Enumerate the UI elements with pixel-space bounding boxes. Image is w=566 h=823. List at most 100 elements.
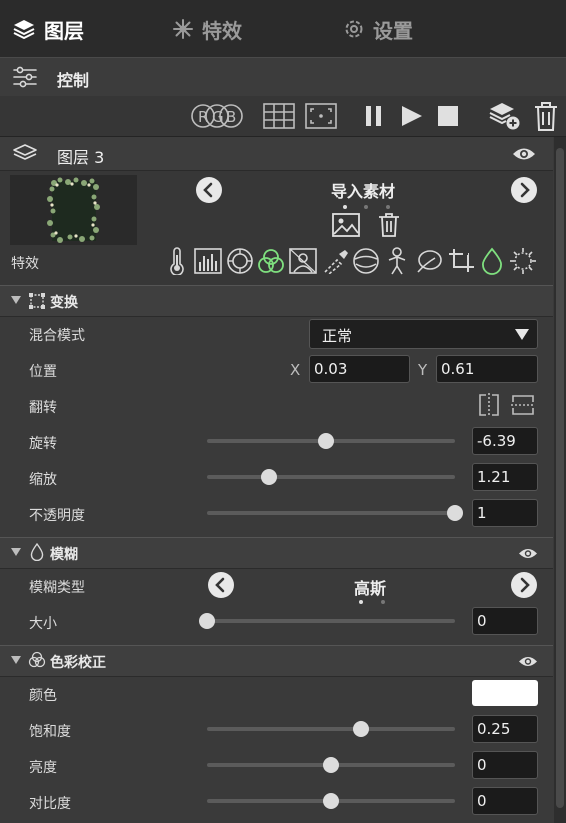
layers-icon [12, 18, 36, 40]
y-axis-label: Y [418, 361, 428, 379]
add-layer-icon[interactable] [488, 101, 522, 131]
blend-mode-value: 正常 [322, 327, 353, 345]
color-channels-icon[interactable] [257, 248, 285, 274]
saturation-label: 饱和度 [29, 724, 71, 740]
scale-slider-thumb[interactable] [261, 469, 277, 485]
transform-title: 变换 [50, 295, 78, 311]
rotate-slider-thumb[interactable] [318, 433, 335, 449]
tab-effects[interactable]: 特效 [172, 14, 242, 44]
page-dot [381, 600, 385, 604]
playback-toolbar: R G B [0, 96, 566, 137]
saturation-input[interactable]: 0.25 [472, 715, 538, 743]
flip-vertical-icon[interactable] [511, 393, 535, 417]
svg-text:R: R [198, 108, 208, 126]
blur-type-next-button[interactable] [511, 572, 537, 598]
contrast-slider[interactable] [207, 793, 455, 809]
rotate-input[interactable]: -6.39 [472, 427, 538, 455]
temperature-icon[interactable] [168, 247, 186, 275]
image-icon[interactable] [332, 213, 360, 237]
color-section-header[interactable]: 色彩校正 [0, 645, 553, 677]
transform-icon [28, 292, 46, 310]
leaf-icon[interactable] [415, 248, 443, 274]
import-prev-button[interactable] [196, 177, 222, 203]
blur-title: 模糊 [50, 547, 78, 563]
layer-body: 导入素材 特效 [0, 171, 553, 285]
rotate-value: -6.39 [477, 432, 516, 450]
pause-icon[interactable] [364, 104, 384, 128]
tab-settings[interactable]: 设置 [343, 14, 413, 44]
position-y-value: 0.61 [441, 360, 475, 378]
opacity-slider[interactable] [207, 505, 463, 521]
tab-layers-label: 图层 [44, 18, 84, 43]
figure-icon[interactable] [385, 247, 409, 275]
eye-icon[interactable] [512, 146, 536, 162]
blur-size-slider-thumb[interactable] [199, 613, 215, 629]
scale-label: 缩放 [29, 472, 57, 488]
transform-section-header[interactable]: 变换 [0, 285, 553, 317]
fit-frame-icon[interactable] [305, 103, 337, 129]
import-next-button[interactable] [511, 177, 537, 203]
opacity-input[interactable]: 1 [472, 499, 538, 527]
delete-media-icon[interactable] [378, 212, 400, 238]
collapse-arrow-icon [11, 548, 21, 556]
flip-label: 翻转 [29, 400, 57, 416]
rgb-toggle-icon[interactable]: R G B [190, 102, 244, 130]
brightness-slider[interactable] [207, 757, 455, 773]
blur-size-input[interactable]: 0 [472, 607, 538, 635]
layer-stack-icon [12, 143, 38, 163]
contrast-slider-thumb[interactable] [323, 793, 339, 809]
import-label: 导入素材 [331, 182, 396, 201]
blur-drop-icon[interactable] [480, 247, 504, 275]
saturation-slider-thumb[interactable] [352, 721, 369, 737]
blur-size-slider[interactable] [199, 613, 455, 629]
position-label: 位置 [29, 364, 57, 380]
stop-icon[interactable] [437, 105, 459, 127]
control-bar[interactable]: 控制 [0, 57, 566, 97]
color-title: 色彩校正 [50, 655, 106, 671]
sphere-icon[interactable] [352, 248, 380, 274]
rotate-slider[interactable] [207, 433, 455, 449]
layer-thumbnail[interactable] [10, 175, 137, 245]
page-dot [386, 205, 390, 209]
scrollbar-thumb[interactable] [556, 148, 564, 808]
trash-icon[interactable] [533, 100, 559, 132]
page-dot-active [343, 205, 347, 209]
blur-type-prev-button[interactable] [208, 572, 234, 598]
position-y-input[interactable]: 0.61 [436, 355, 538, 383]
sun-noise-icon[interactable] [509, 248, 537, 274]
layer-title: 图层 3 [57, 148, 105, 167]
position-x-value: 0.03 [314, 360, 348, 378]
color-label: 颜色 [29, 688, 57, 704]
blend-mode-select[interactable]: 正常 [309, 319, 538, 349]
collapse-arrow-icon [11, 296, 21, 304]
saturation-slider[interactable] [207, 721, 455, 737]
crop-icon[interactable] [448, 248, 476, 274]
blur-section-header[interactable]: 模糊 [0, 537, 553, 569]
sparkle-icon [172, 18, 194, 40]
position-x-input[interactable]: 0.03 [309, 355, 410, 383]
color-swatch[interactable] [472, 680, 538, 706]
brightness-input[interactable]: 0 [472, 751, 538, 779]
contrast-label: 对比度 [29, 796, 71, 812]
contrast-input[interactable]: 0 [472, 787, 538, 815]
eye-icon[interactable] [518, 655, 538, 668]
flip-horizontal-icon[interactable] [477, 393, 501, 417]
rotate-label: 旋转 [29, 436, 57, 452]
image-adjust-icon[interactable] [289, 248, 317, 274]
tab-effects-label: 特效 [202, 18, 242, 43]
play-icon[interactable] [400, 104, 424, 128]
scale-input[interactable]: 1.21 [472, 463, 538, 491]
effects-label: 特效 [11, 256, 39, 272]
levels-icon[interactable] [194, 248, 222, 274]
eye-icon[interactable] [518, 547, 538, 560]
brightness-slider-thumb[interactable] [323, 757, 339, 773]
opacity-value: 1 [477, 504, 487, 522]
layer-header[interactable]: 图层 3 [0, 137, 553, 171]
scale-slider[interactable] [207, 469, 455, 485]
eyedropper-icon[interactable] [321, 248, 349, 274]
tab-layers[interactable]: 图层 [12, 14, 84, 44]
blur-size-label: 大小 [29, 616, 57, 632]
opacity-slider-thumb[interactable] [447, 505, 463, 521]
grid-icon[interactable] [263, 103, 295, 129]
vignette-icon[interactable] [226, 248, 254, 274]
